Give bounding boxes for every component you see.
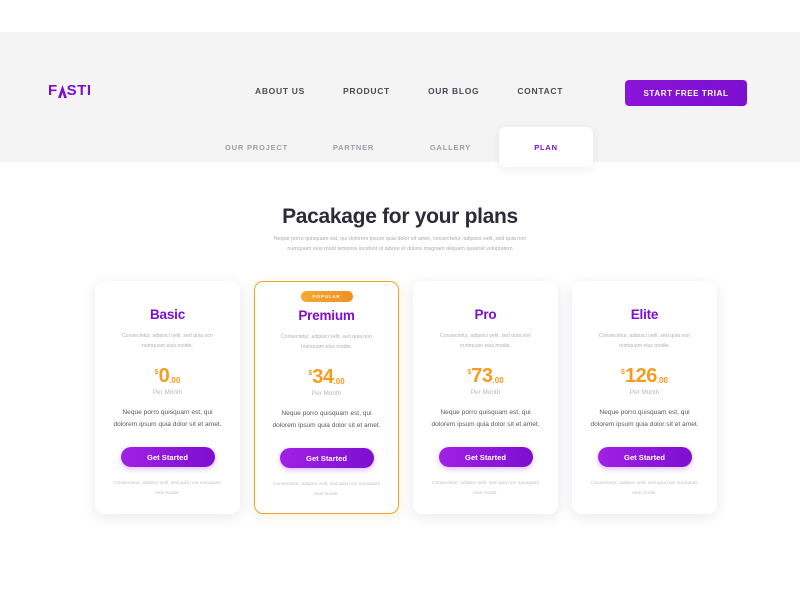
nav-item-contact[interactable]: CONTACT [517, 86, 563, 96]
plan-price: $ 34 .00 [308, 367, 344, 387]
nav-item-product[interactable]: PRODUCT [343, 86, 390, 96]
price-amount: 73 [471, 364, 493, 387]
page-title: Pacakage for your plans [282, 205, 518, 228]
pricing-card-basic[interactable]: Basic Consectetur, adipisci velit, sed q… [95, 281, 240, 515]
plan-name: Basic [149, 307, 186, 322]
nav-item-about-us[interactable]: ABOUT US [255, 86, 305, 96]
plan-body-text: Neque porro quisquam est, qui dolorem ip… [272, 409, 381, 429]
plan-description: Consectetur, adipisci velit, sed quia no… [280, 334, 373, 351]
pricing-card-premium[interactable]: POPULAR Premium Consectetur, adipisci ve… [254, 281, 399, 515]
get-started-button[interactable]: Get Started [438, 447, 533, 468]
plan-period: Per Month [629, 388, 660, 396]
plan-name: Pro [474, 307, 497, 322]
section-tabs: OUR PROJECT PARTNER GALLERY PLAN [208, 127, 593, 167]
popular-badge: POPULAR [300, 291, 353, 302]
page-subtitle: Neque porro quisquam est, qui dolorem ip… [0, 234, 800, 255]
tab-partner[interactable]: PARTNER [305, 131, 402, 163]
price-cents: .00 [492, 375, 504, 385]
plan-period: Per Month [152, 388, 183, 396]
plan-description: Consectetur, adipisci velit, sed quia no… [439, 333, 532, 350]
plan-footer-text: Consectetur, adipisci velit, sed quia no… [114, 481, 221, 496]
plan-body-text: Neque porro quisquam est, qui dolorem ip… [431, 408, 540, 428]
plan-footer-text: Consectetur, adipisci velit, sed quia no… [273, 482, 380, 497]
price-cents: .00 [333, 376, 345, 386]
plan-price: $ 126 .00 [621, 366, 668, 386]
logo-text-post: STI [66, 82, 92, 99]
get-started-button[interactable]: Get Started [120, 447, 215, 468]
top-navigation-bar: F STI ABOUT US PRODUCT OUR BLOG CONTACT … [0, 32, 800, 106]
price-amount: 126 [624, 364, 657, 387]
price-amount: 34 [312, 365, 334, 388]
page-subtitle-line-1: Neque porro quisquam est, qui dolorem ip… [273, 236, 527, 242]
main-nav: ABOUT US PRODUCT OUR BLOG CONTACT [255, 86, 563, 96]
plan-price: $ 0 .00 [155, 366, 181, 386]
nav-item-our-blog[interactable]: OUR BLOG [428, 86, 479, 96]
plan-price: $ 73 .00 [467, 366, 503, 386]
plan-description: Consectetur, adipisci velit, sed quia no… [598, 333, 691, 350]
brand-logo[interactable]: F STI [48, 82, 92, 99]
pricing-card-list: Basic Consectetur, adipisci velit, sed q… [95, 281, 717, 515]
a-mark-icon [57, 85, 67, 98]
get-started-button[interactable]: Get Started [279, 448, 374, 469]
plan-body-text: Neque porro quisquam est, qui dolorem ip… [113, 408, 222, 428]
plan-footer-text: Consectetur, adipisci velit, sed quia no… [432, 481, 539, 496]
tab-plan[interactable]: PLAN [499, 127, 593, 167]
tab-gallery[interactable]: GALLERY [402, 131, 499, 163]
plan-footer-text: Consectetur, adipisci velit, sed quia no… [591, 481, 698, 496]
start-free-trial-button[interactable]: START FREE TRIAL [625, 80, 747, 106]
plan-description: Consectetur, adipisci velit, sed quia no… [121, 333, 214, 350]
pricing-card-elite[interactable]: Elite Consectetur, adipisci velit, sed q… [572, 281, 717, 515]
plan-name: Premium [298, 308, 355, 323]
plan-body-text: Neque porro quisquam est, qui dolorem ip… [590, 408, 699, 428]
logo-text-pre: F [48, 82, 58, 99]
price-cents: .00 [656, 375, 668, 385]
tab-our-project[interactable]: OUR PROJECT [208, 131, 305, 163]
get-started-button[interactable]: Get Started [597, 447, 692, 468]
price-cents: .00 [169, 375, 181, 385]
plan-period: Per Month [470, 388, 501, 396]
pricing-page: F STI ABOUT US PRODUCT OUR BLOG CONTACT … [0, 0, 800, 600]
page-subtitle-line-2: numquam eius modi tempora incidunt ut la… [287, 246, 513, 253]
pricing-card-pro[interactable]: Pro Consectetur, adipisci velit, sed qui… [413, 281, 558, 515]
price-amount: 0 [158, 364, 170, 387]
plan-period: Per Month [311, 389, 342, 397]
plan-name: Elite [630, 307, 659, 322]
